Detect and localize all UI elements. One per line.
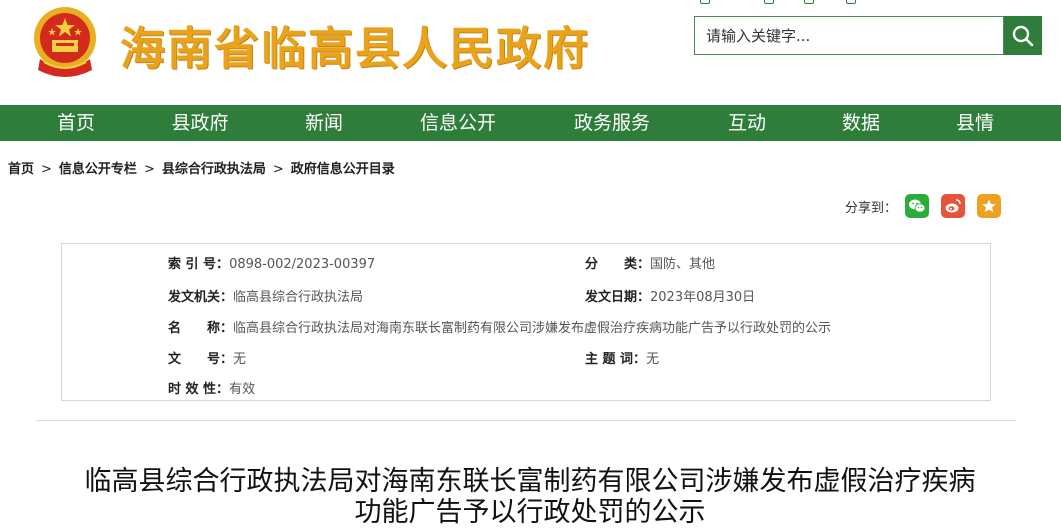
- breadcrumb-item-info-column[interactable]: 信息公开专栏: [59, 162, 137, 177]
- main-nav: 首页 县政府 新闻 信息公开 政务服务 互动 数据 县情: [0, 105, 1061, 141]
- info-label: 索 引 号：: [168, 257, 230, 272]
- share-weibo-button[interactable]: [941, 194, 966, 218]
- share-favorite-button[interactable]: [977, 194, 1002, 218]
- breadcrumb-separator: >: [143, 162, 155, 177]
- content-divider: [36, 420, 1016, 421]
- info-issuer: 发文机关：临高县综合行政执法局: [168, 286, 363, 305]
- home-icon[interactable]: [700, 0, 710, 4]
- nav-item-news[interactable]: 新闻: [305, 105, 343, 141]
- info-value: 0898-002/2023-00397: [229, 257, 376, 272]
- info-category: 分 类：国防、其他: [585, 253, 715, 272]
- info-label: 发文机关：: [168, 290, 234, 305]
- search-button[interactable]: [1004, 16, 1042, 55]
- breadcrumb-item-bureau[interactable]: 县综合行政执法局: [162, 162, 266, 177]
- search-icon: [1012, 25, 1034, 46]
- share-label: 分享到：: [845, 200, 898, 216]
- breadcrumb-item-catalog[interactable]: 政府信息公开目录: [291, 162, 395, 177]
- info-label: 发文日期：: [585, 290, 651, 305]
- search-input[interactable]: [695, 17, 1003, 54]
- search-box: [694, 16, 1004, 55]
- nav-item-home[interactable]: 首页: [57, 105, 95, 141]
- top-utility-icons: [700, 0, 870, 6]
- info-label: 文 号：: [168, 352, 234, 367]
- breadcrumb-item-home[interactable]: 首页: [8, 162, 34, 177]
- national-emblem-icon[interactable]: [30, 4, 100, 80]
- breadcrumb-separator: >: [272, 162, 284, 177]
- info-value: 临高县综合行政执法局: [233, 290, 364, 305]
- wechat-icon: [909, 199, 926, 213]
- share-wechat-button[interactable]: [905, 194, 930, 218]
- article-title-line-2: 功能广告予以行政处罚的公示: [354, 497, 706, 528]
- nav-item-interaction[interactable]: 互动: [728, 105, 766, 141]
- wechat-icon[interactable]: [804, 0, 814, 4]
- breadcrumb-separator: >: [41, 162, 52, 177]
- nav-item-county-government[interactable]: 县政府: [171, 105, 228, 141]
- info-label: 主 题 词：: [585, 352, 647, 367]
- info-index: 索 引 号：0898-002/2023-00397: [168, 253, 375, 272]
- info-value: 临高县综合行政执法局对海南东联长富制药有限公司涉嫌发布虚假治疗疾病功能广告予以行…: [233, 321, 832, 336]
- document-info-box: 索 引 号：0898-002/2023-00397 分 类：国防、其他 发文机关…: [61, 243, 991, 401]
- weibo-icon[interactable]: [846, 0, 856, 4]
- info-date: 发文日期：2023年08月30日: [585, 286, 755, 305]
- info-validity: 时 效 性：有效: [168, 378, 255, 397]
- info-doc-number: 文 号：无: [168, 348, 246, 367]
- info-value: 国防、其他: [650, 257, 716, 272]
- nav-item-information-disclosure[interactable]: 信息公开: [420, 105, 496, 141]
- info-value: 2023年08月30日: [650, 290, 756, 305]
- site-header: 海南省临高县人民政府: [0, 0, 1061, 105]
- info-subject: 主 题 词：无: [585, 348, 659, 367]
- star-icon: [982, 199, 996, 213]
- info-label: 分 类：: [585, 257, 651, 272]
- nav-item-government-services[interactable]: 政务服务: [574, 105, 650, 141]
- share-bar: 分享到：: [845, 194, 1002, 218]
- info-label: 名 称：: [168, 321, 234, 336]
- nav-item-data[interactable]: 数据: [842, 105, 880, 141]
- article-title: 临高县综合行政执法局对海南东联长富制药有限公司涉嫌发布虚假治疗疾病 功能广告予以…: [30, 466, 1030, 528]
- info-value: 无: [233, 352, 247, 367]
- info-label: 时 效 性：: [168, 382, 230, 397]
- info-name: 名 称：临高县综合行政执法局对海南东联长富制药有限公司涉嫌发布虚假治疗疾病功能广…: [168, 317, 831, 336]
- info-value: 无: [646, 352, 660, 367]
- article-title-line-1: 临高县综合行政执法局对海南东联长富制药有限公司涉嫌发布虚假治疗疾病: [84, 466, 976, 497]
- mobile-icon[interactable]: [764, 0, 774, 4]
- site-title[interactable]: 海南省临高县人民政府: [120, 12, 590, 77]
- info-value: 有效: [229, 382, 256, 397]
- breadcrumb: 首页 > 信息公开专栏 > 县综合行政执法局 > 政府信息公开目录: [8, 158, 395, 177]
- nav-item-county-overview[interactable]: 县情: [956, 105, 994, 141]
- weibo-icon: [945, 199, 961, 213]
